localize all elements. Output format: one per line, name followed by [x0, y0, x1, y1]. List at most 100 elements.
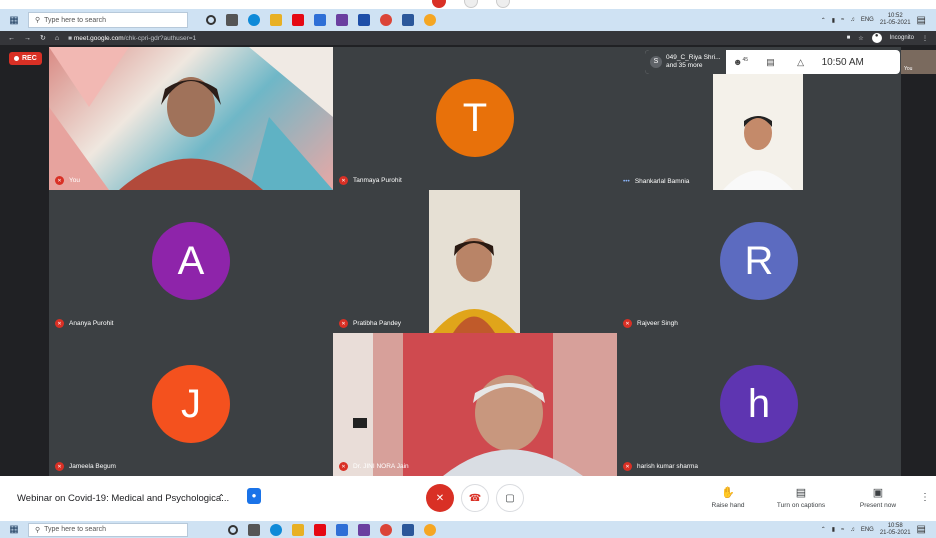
chat-icon[interactable]: ▤ — [756, 57, 786, 68]
app-icon[interactable] — [336, 14, 348, 26]
people-button[interactable]: ☻45 — [726, 57, 756, 67]
chrome-icon[interactable] — [380, 523, 392, 536]
netflix-icon[interactable] — [292, 14, 304, 26]
netflix-icon[interactable] — [314, 523, 326, 536]
notifications-icon[interactable]: ▤ — [917, 524, 926, 535]
chevron-up-icon[interactable]: ⌃ — [218, 493, 225, 502]
cropped-button[interactable] — [464, 0, 478, 8]
mic-toggle-button[interactable]: ✕ — [426, 484, 454, 512]
participant-tile[interactable]: T ✕ Tanmaya Purohit — [333, 47, 617, 190]
clock[interactable]: 10:58 21-05-2021 — [880, 523, 911, 537]
back-icon[interactable]: ← — [8, 35, 15, 42]
edge-icon[interactable] — [248, 14, 260, 26]
participant-name: Shankarlal Bamnia — [634, 178, 690, 185]
home-icon[interactable]: ⌂ — [55, 35, 59, 42]
camera-toggle-button[interactable]: ▢ — [496, 484, 524, 512]
screen: ▦ ⚲ Type here to search ⌃ ▮ ≈ ♫ ENG 10:5… — [0, 0, 936, 538]
url-host: meet.google.com — [73, 34, 124, 42]
self-view-label: You — [904, 66, 913, 72]
nameplate: ✕ Dr. JINI NORA Jain — [339, 462, 409, 471]
present-button[interactable]: ▣ Present now — [855, 486, 901, 509]
app-icon[interactable] — [358, 523, 370, 536]
app-icon[interactable] — [424, 523, 436, 536]
shield-icon[interactable]: ● — [247, 488, 261, 504]
battery-icon[interactable]: ▮ — [832, 17, 835, 24]
leave-call-button[interactable]: ☎ — [461, 484, 489, 512]
chrome-icon[interactable] — [380, 14, 392, 26]
mic-off-icon: ✕ — [623, 319, 632, 328]
participant-tile[interactable]: h ✕ harish kumar sharma — [617, 333, 901, 476]
raise-hand-button[interactable]: ✋ Raise hand — [708, 486, 748, 509]
search-icon: ⚲ — [35, 526, 41, 534]
notifications-icon[interactable]: ▤ — [917, 15, 926, 26]
participant-tile[interactable]: ✕ You — [49, 47, 333, 190]
task-view-icon[interactable] — [226, 14, 238, 26]
incognito-icon[interactable]: ● — [871, 33, 882, 43]
cropped-button[interactable] — [432, 0, 446, 8]
cortana-icon[interactable] — [228, 524, 238, 535]
chevron-up-icon[interactable]: ⌃ — [821, 17, 826, 24]
nameplate: ✕ Tanmaya Purohit — [339, 176, 402, 185]
participant-tile[interactable]: A ✕ Ananya Purohit — [49, 190, 333, 333]
taskbar-search[interactable]: ⚲ Type here to search — [28, 12, 188, 28]
cropped-button[interactable] — [496, 0, 510, 8]
more-options-icon[interactable]: ⋮ — [920, 492, 930, 503]
participant-tile[interactable]: J ✕ Jameela Begum — [49, 333, 333, 476]
camera-icon[interactable]: ■ — [847, 35, 851, 41]
windows-start-icon[interactable]: ▦ — [0, 15, 28, 26]
self-view-thumbnail[interactable]: You — [901, 50, 936, 74]
search-placeholder: Type here to search — [44, 16, 107, 24]
volume-icon[interactable]: ♫ — [850, 17, 855, 23]
mic-off-icon: ✕ — [55, 462, 64, 471]
address-bar[interactable]: ■ meet.google.com/chk-cpri-gdr?authuser=… — [68, 35, 196, 42]
chevron-up-icon[interactable]: ⌃ — [821, 526, 826, 533]
participant-tile[interactable]: ✕ Pratibha Pandey — [333, 190, 617, 333]
activities-icon[interactable]: △ — [786, 57, 816, 68]
browser-toolbar: ← → ↻ ⌂ ■ meet.google.com/chk-cpri-gdr?a… — [0, 31, 936, 45]
edge-icon[interactable] — [270, 523, 282, 536]
recording-badge: REC — [9, 52, 42, 65]
mic-off-icon: ✕ — [339, 319, 348, 328]
language-indicator[interactable]: ENG — [861, 527, 874, 533]
url-path: /chk-cpri-gdr?authuser=1 — [123, 34, 197, 42]
participant-tile[interactable]: ✕ Dr. JINI NORA Jain — [333, 333, 617, 476]
captions-icon: ▤ — [795, 487, 807, 499]
reload-icon[interactable]: ↻ — [40, 34, 46, 42]
app-icon[interactable] — [358, 14, 370, 26]
raise-hand-label: Raise hand — [711, 502, 745, 509]
participant-name: Dr. JINI NORA Jain — [353, 463, 409, 470]
network-icon[interactable]: ≈ — [841, 527, 844, 533]
mic-off-icon: ✕ — [55, 176, 64, 185]
file-explorer-icon[interactable] — [292, 523, 304, 536]
participants-summary[interactable]: S 049_C_Riya Shri... and 35 more — [645, 50, 726, 74]
network-icon[interactable]: ≈ — [841, 17, 844, 23]
nameplate: ✕ You — [55, 176, 80, 185]
participant-name: Tanmaya Purohit — [353, 177, 402, 184]
menu-dots-icon[interactable]: ⋮ — [922, 35, 928, 42]
cortana-icon[interactable] — [206, 15, 216, 25]
file-explorer-icon[interactable] — [270, 14, 282, 26]
present-label: Present now — [859, 502, 897, 509]
lock-icon: ■ — [68, 34, 73, 42]
language-indicator[interactable]: ENG — [861, 17, 874, 23]
captions-label: Turn on captions — [776, 502, 826, 509]
forward-icon[interactable]: → — [24, 35, 31, 42]
mic-off-icon: ✕ — [339, 176, 348, 185]
word-icon[interactable] — [402, 14, 414, 26]
windows-start-icon[interactable]: ▦ — [0, 524, 28, 535]
volume-icon[interactable]: ♫ — [850, 527, 855, 533]
battery-icon[interactable]: ▮ — [832, 526, 835, 533]
captions-button[interactable]: ▤ Turn on captions — [770, 486, 832, 509]
calculator-icon[interactable] — [336, 523, 348, 536]
word-icon[interactable] — [402, 523, 414, 536]
taskbar-search[interactable]: ⚲ Type here to search — [28, 522, 188, 537]
browser-actions: ■ ☆ ● Incognito ⋮ — [847, 33, 936, 43]
meeting-title[interactable]: Webinar on Covid-19: Medical and Psychol… — [17, 493, 229, 504]
clock[interactable]: 10:52 21-05-2021 — [880, 13, 911, 27]
participant-tile[interactable]: R ✕ Rajveer Singh — [617, 190, 901, 333]
star-icon[interactable]: ☆ — [858, 35, 863, 42]
app-icon[interactable] — [424, 14, 436, 26]
calculator-icon[interactable] — [314, 14, 326, 26]
mic-off-icon: ✕ — [435, 492, 445, 504]
task-view-icon[interactable] — [248, 523, 260, 536]
